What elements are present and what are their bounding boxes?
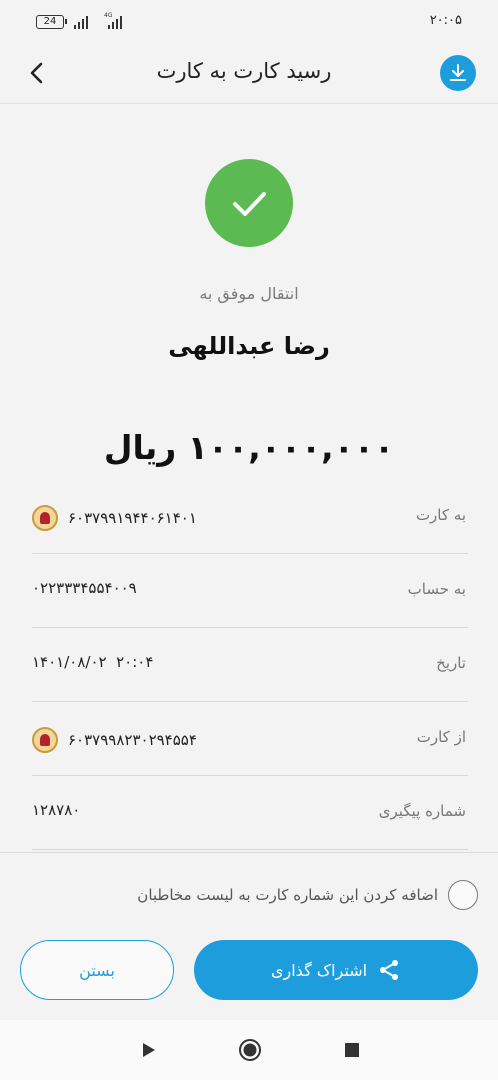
divider <box>0 852 498 853</box>
success-badge <box>205 159 293 247</box>
system-nav-bar <box>0 1020 498 1080</box>
detail-label: تاریخ <box>436 654 466 672</box>
detail-row-destination-card: به کارت ۶۰۳۷۹۹۱۹۴۴۰۶۱۴۰۱ <box>32 480 468 554</box>
battery-icon: 24 <box>36 15 67 29</box>
detail-label: شماره پیگیری <box>378 802 466 820</box>
recipient-name: رضا عبداللهی <box>168 332 330 360</box>
account-number: ۰۲۲۳۳۳۴۵۵۴۰۰۹ <box>32 579 137 597</box>
share-icon <box>380 960 399 980</box>
nav-home-button[interactable] <box>238 1038 262 1066</box>
detail-label: از کارت <box>416 728 466 746</box>
transfer-amount: ۱۰۰,۰۰۰,۰۰۰ ریال <box>103 428 395 467</box>
detail-label: به کارت <box>415 506 466 524</box>
detail-value: ۰۲۲۳۳۳۴۵۵۴۰۰۹ <box>32 579 137 597</box>
detail-value: ۱۴۰۱/۰۸/۰۲ ۲۰:۰۴ <box>32 653 153 671</box>
detail-row-date: تاریخ ۱۴۰۱/۰۸/۰۲ ۲۰:۰۴ <box>32 628 468 702</box>
share-button[interactable]: اشتراک گذاری <box>194 940 478 1000</box>
bank-logo-icon <box>32 505 58 531</box>
bank-logo-icon <box>32 727 58 753</box>
close-button[interactable]: بستن <box>20 940 174 1000</box>
card-number: ۶۰۳۷۹۹۸۲۳۰۲۹۴۵۵۴ <box>68 731 197 749</box>
home-circle-icon <box>239 1039 261 1061</box>
transaction-date: ۱۴۰۱/۰۸/۰۲ ۲۰:۰۴ <box>32 653 154 671</box>
status-time: ۲۰:۰۵ <box>429 13 462 28</box>
nav-back-button[interactable] <box>140 1040 158 1064</box>
add-to-contacts-radio[interactable] <box>448 880 478 910</box>
receipt-details: به کارت ۶۰۳۷۹۹۱۹۴۴۰۶۱۴۰۱ به حساب ۰۲۲۳۳۳۴… <box>32 480 468 850</box>
square-icon <box>345 1043 359 1057</box>
share-button-label: اشتراک گذاری <box>270 960 368 980</box>
page-title: رسید کارت به کارت <box>156 59 332 83</box>
download-button[interactable] <box>440 55 476 91</box>
detail-row-source-card: از کارت ۶۰۳۷۹۹۸۲۳۰۲۹۴۵۵۴ <box>32 702 468 776</box>
detail-value: ۶۰۳۷۹۹۱۹۴۴۰۶۱۴۰۱ <box>32 505 197 531</box>
close-button-label: بستن <box>79 960 115 980</box>
detail-row-account: به حساب ۰۲۲۳۳۳۴۵۵۴۰۰۹ <box>32 554 468 628</box>
detail-value: ۶۰۳۷۹۹۸۲۳۰۲۹۴۵۵۴ <box>32 727 197 753</box>
signal-icon <box>74 15 88 29</box>
status-bar: 24 4G ۲۰:۰۵ <box>0 0 498 44</box>
nav-recents-button[interactable] <box>344 1042 360 1062</box>
detail-row-tracking: شماره پیگیری ۱۲۸۷۸۰ <box>32 776 468 850</box>
add-to-contacts-label: اضافه کردن این شماره کارت به لیست مخاطبا… <box>137 886 438 904</box>
download-icon <box>450 64 466 81</box>
header: رسید کارت به کارت <box>0 44 498 104</box>
signal-icon <box>108 15 122 29</box>
check-icon <box>233 192 266 216</box>
detail-label: به حساب <box>407 580 466 598</box>
success-label: انتقال موفق به <box>199 284 299 303</box>
tracking-number: ۱۲۸۷۸۰ <box>32 801 81 819</box>
card-number: ۶۰۳۷۹۹۱۹۴۴۰۶۱۴۰۱ <box>68 509 197 527</box>
play-triangle-icon <box>143 1043 155 1057</box>
detail-value: ۱۲۸۷۸۰ <box>32 801 80 819</box>
add-to-contacts-option[interactable]: اضافه کردن این شماره کارت به لیست مخاطبا… <box>137 880 478 910</box>
